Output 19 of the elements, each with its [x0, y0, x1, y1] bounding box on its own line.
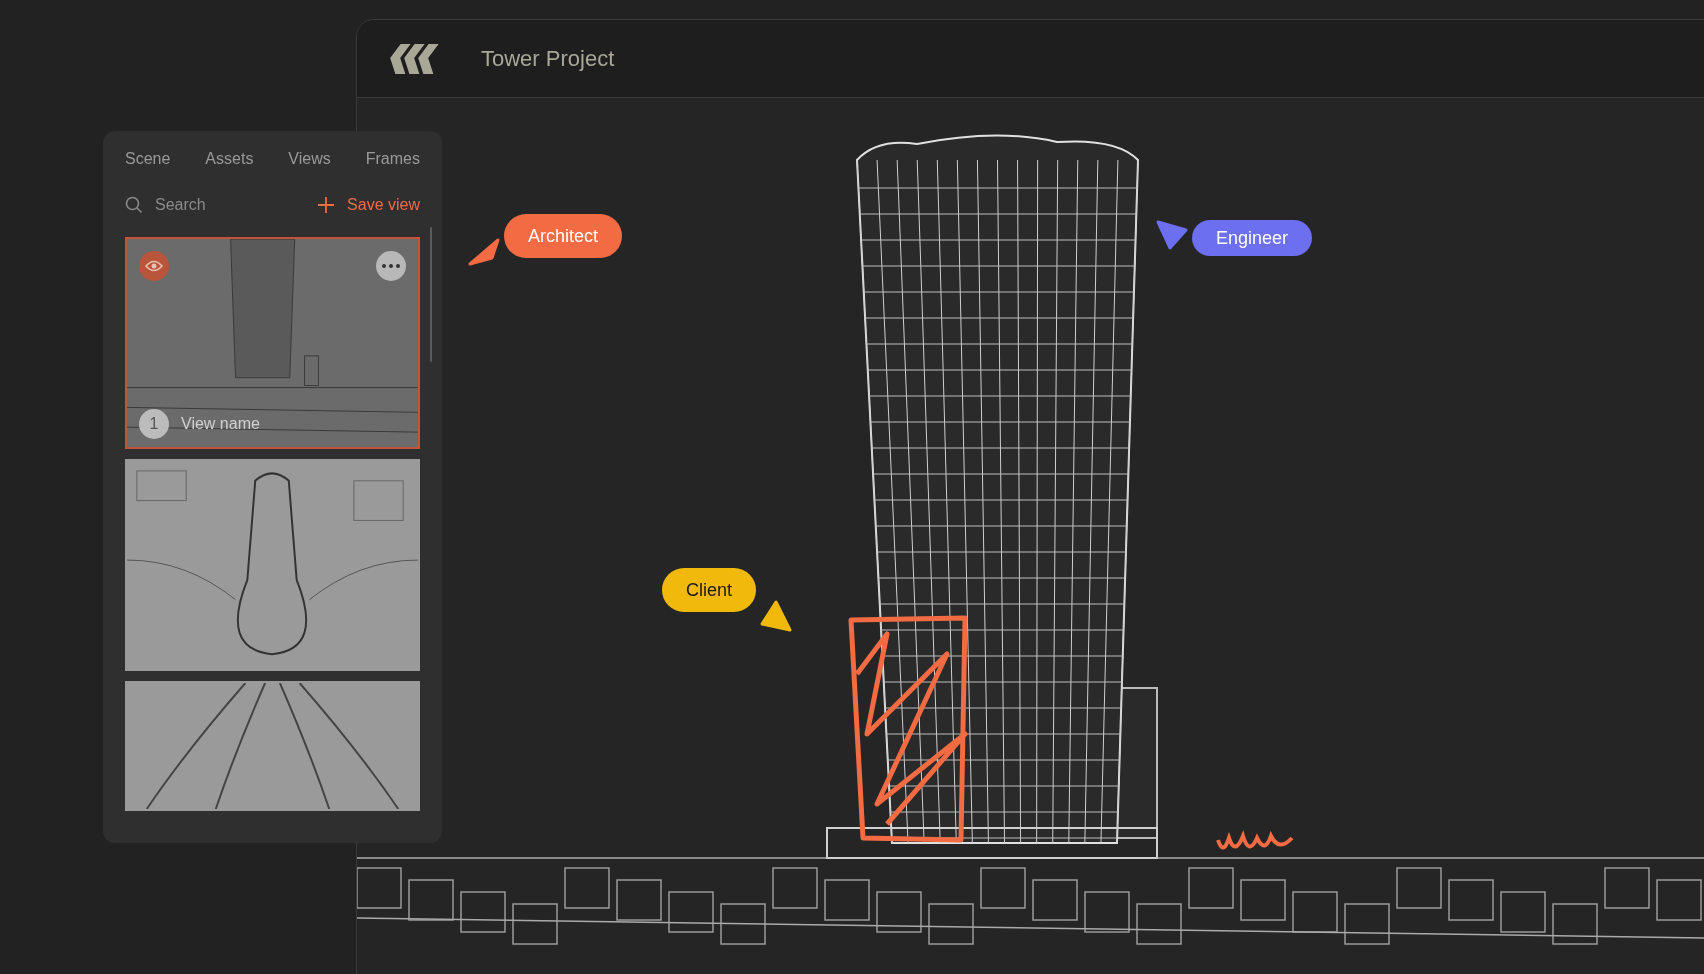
- search-icon: [125, 196, 143, 214]
- logo-icon: [387, 41, 439, 76]
- save-view-button[interactable]: Save view: [317, 193, 420, 217]
- cursor-label: Client: [662, 568, 757, 612]
- more-options-icon[interactable]: [376, 251, 406, 281]
- scrollbar[interactable]: [430, 227, 432, 362]
- panel-tab[interactable]: Views: [288, 147, 331, 171]
- plus-icon: [317, 196, 336, 214]
- cursor-label: Architect: [504, 214, 623, 258]
- panel-tab[interactable]: Assets: [205, 147, 254, 171]
- view-thumbnail[interactable]: 1 View name: [125, 237, 420, 449]
- panel-tab[interactable]: Scene: [125, 147, 171, 171]
- eye-icon[interactable]: [139, 251, 169, 281]
- view-number: 1: [139, 409, 169, 439]
- panel-tab[interactable]: Frames: [365, 147, 420, 171]
- cursor-label: Engineer: [1192, 220, 1313, 256]
- view-name: View name: [181, 414, 260, 434]
- window-title: Tower Project: [481, 45, 615, 73]
- search-field[interactable]: Search: [155, 193, 285, 217]
